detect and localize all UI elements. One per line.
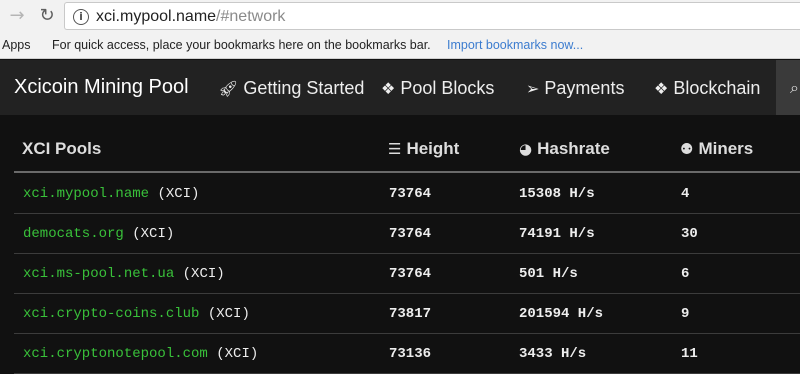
nav-label: Blockchain bbox=[673, 78, 761, 98]
bookmarks-hint: For quick access, place your bookmarks h… bbox=[52, 38, 431, 52]
header-height: ☰ Height bbox=[388, 139, 459, 159]
header-height-label: Height bbox=[406, 139, 460, 158]
address-bar[interactable]: i xci.mypool.name/#network bbox=[64, 2, 800, 30]
header-hashrate-label: Hashrate bbox=[537, 139, 610, 158]
height-cell: 73764 bbox=[389, 266, 432, 282]
table-row: xci.ms-pool.net.ua (XCI) 73764 501 H/s 6 bbox=[14, 254, 800, 294]
pool-symbol: (XCI) bbox=[216, 346, 259, 362]
nav-blockchain[interactable]: ❖ Blockchain bbox=[654, 78, 760, 99]
nav-getting-started[interactable]: 🚀︎ Getting Started bbox=[218, 78, 364, 99]
pools-table: XCI Pools ☰ Height ◕ Hashrate ⚉ Miners xci.… bbox=[0, 115, 800, 374]
miners-cell: 4 bbox=[681, 186, 690, 202]
height-cell: 73764 bbox=[389, 226, 432, 242]
cubes-icon: ❖ bbox=[654, 79, 669, 98]
pool-symbol: (XCI) bbox=[207, 306, 250, 322]
nav-label: Getting Started bbox=[243, 78, 365, 98]
table-row: xci.mypool.name (XCI) 73764 15308 H/s 4 bbox=[14, 174, 800, 214]
table-row: xci.cryptonotepool.com (XCI) 73136 3433 … bbox=[14, 334, 800, 374]
height-cell: 73136 bbox=[389, 346, 432, 362]
miners-cell: 6 bbox=[681, 266, 690, 282]
pool-link[interactable]: xci.ms-pool.net.ua bbox=[23, 266, 174, 282]
nav-label: Payments bbox=[544, 78, 625, 98]
hashrate-cell: 201594 H/s bbox=[519, 306, 604, 322]
list-icon: ☰ bbox=[388, 140, 402, 158]
cubes-icon: ❖ bbox=[381, 79, 396, 98]
miners-cell: 9 bbox=[681, 306, 690, 322]
pool-cell: xci.mypool.name (XCI) bbox=[23, 186, 199, 202]
height-cell: 73764 bbox=[389, 186, 432, 202]
dashboard-icon: ◕ bbox=[519, 140, 533, 158]
import-bookmarks-link[interactable]: Import bookmarks now... bbox=[447, 38, 583, 52]
url-host: xci.mypool.name bbox=[96, 8, 217, 25]
pool-cell: democats.org (XCI) bbox=[23, 226, 174, 242]
pool-link[interactable]: xci.mypool.name bbox=[23, 186, 149, 202]
url-path: /#network bbox=[216, 8, 286, 25]
pool-cell: xci.crypto-coins.club (XCI) bbox=[23, 306, 250, 322]
header-miners-label: Miners bbox=[698, 139, 754, 158]
table-row: democats.org (XCI) 73764 74191 H/s 30 bbox=[14, 214, 800, 254]
height-cell: 73817 bbox=[389, 306, 432, 322]
hashrate-cell: 3433 H/s bbox=[519, 346, 587, 362]
header-pools: XCI Pools bbox=[22, 139, 102, 158]
brand-title[interactable]: Xcicoin Mining Pool bbox=[14, 76, 189, 99]
apps-shortcut[interactable]: Apps bbox=[2, 38, 31, 52]
pool-symbol: (XCI) bbox=[157, 186, 200, 202]
pool-cell: xci.cryptonotepool.com (XCI) bbox=[23, 346, 258, 362]
hashrate-cell: 501 H/s bbox=[519, 266, 578, 282]
info-icon[interactable]: i bbox=[73, 9, 89, 25]
chart-icon: ⌕ bbox=[790, 78, 799, 97]
hashrate-cell: 74191 H/s bbox=[519, 226, 595, 242]
hashrate-cell: 15308 H/s bbox=[519, 186, 595, 202]
url-text[interactable]: xci.mypool.name/#network bbox=[96, 8, 285, 26]
miners-cell: 11 bbox=[681, 346, 698, 362]
browser-toolbar: → ↻ i xci.mypool.name/#network bbox=[0, 0, 800, 33]
nav-pool-blocks[interactable]: ❖ Pool Blocks bbox=[381, 78, 494, 99]
nav-label: Pool Blocks bbox=[400, 78, 495, 98]
paper-plane-icon: ➢ bbox=[526, 79, 540, 98]
reload-icon[interactable]: ↻ bbox=[36, 5, 58, 27]
pool-link[interactable]: xci.cryptonotepool.com bbox=[23, 346, 208, 362]
nav-item-active-partial[interactable]: ⌕ bbox=[776, 60, 800, 115]
pool-link[interactable]: xci.crypto-coins.club bbox=[23, 306, 199, 322]
users-icon: ⚉ bbox=[680, 140, 694, 158]
header-hashrate: ◕ Hashrate bbox=[519, 139, 610, 159]
table-row: xci.crypto-coins.club (XCI) 73817 201594… bbox=[14, 294, 800, 334]
back-arrow-icon[interactable]: → bbox=[6, 5, 28, 27]
rocket-icon: 🚀︎ bbox=[218, 79, 239, 98]
nav-payments[interactable]: ➢ Payments bbox=[526, 78, 624, 99]
header-miners: ⚉ Miners bbox=[680, 139, 753, 159]
pool-symbol: (XCI) bbox=[182, 266, 225, 282]
pool-cell: xci.ms-pool.net.ua (XCI) bbox=[23, 266, 225, 282]
table-header: XCI Pools ☰ Height ◕ Hashrate ⚉ Miners bbox=[14, 115, 800, 173]
bookmarks-bar: Apps For quick access, place your bookma… bbox=[0, 33, 800, 59]
miners-cell: 30 bbox=[681, 226, 698, 242]
site-navbar: Xcicoin Mining Pool 🚀︎ Getting Started ❖ P… bbox=[0, 60, 800, 115]
pool-symbol: (XCI) bbox=[132, 226, 175, 242]
pool-link[interactable]: democats.org bbox=[23, 226, 124, 242]
